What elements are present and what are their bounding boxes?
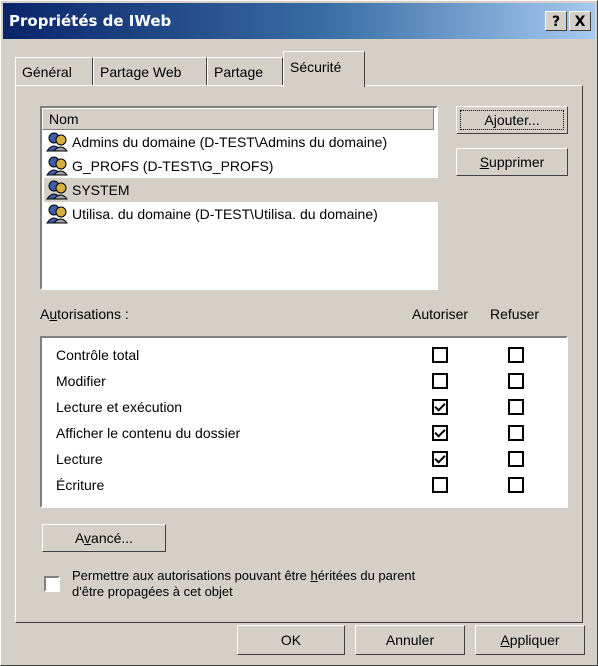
allow-checkbox[interactable] [432, 477, 448, 493]
user-label: SYSTEM [72, 182, 130, 198]
title-bar[interactable]: Propriétés de IWeb ? X [3, 3, 595, 39]
group-icon [46, 204, 68, 224]
deny-checkbox[interactable] [508, 373, 524, 389]
remove-button[interactable]: Supprimer [456, 148, 568, 176]
allow-checkbox[interactable] [432, 425, 448, 441]
user-row-g-profs[interactable]: G_PROFS (D-TEST\G_PROFS) [44, 154, 438, 178]
user-row-system[interactable]: SYSTEM [44, 178, 438, 202]
properties-dialog: Propriétés de IWeb ? X Général Partage W… [0, 0, 598, 666]
permission-label: Afficher le contenu du dossier [56, 425, 241, 441]
apply-button[interactable]: Appliquer [475, 625, 585, 655]
inherit-checkbox[interactable] [44, 576, 60, 592]
permission-row: Afficher le contenu du dossier [56, 420, 240, 446]
allow-checkbox[interactable] [432, 399, 448, 415]
deny-checkbox[interactable] [508, 399, 524, 415]
deny-checkbox[interactable] [508, 477, 524, 493]
deny-checkbox[interactable] [508, 425, 524, 441]
tab-web-sharing[interactable]: Partage Web [93, 57, 207, 85]
permission-label: Lecture et exécution [56, 399, 183, 415]
group-icon [46, 156, 68, 176]
permission-row: Modifier [56, 368, 106, 394]
permissions-list: Contrôle total Modifier Lecture et exécu… [40, 336, 568, 508]
column-header-name[interactable]: Nom [42, 108, 434, 130]
close-button[interactable]: X [569, 11, 591, 31]
allow-column-header: Autoriser [412, 306, 469, 322]
permission-label: Contrôle total [56, 347, 140, 363]
window-title: Propriétés de IWeb [9, 12, 172, 30]
deny-checkbox[interactable] [508, 347, 524, 363]
user-label: Utilisa. du domaine (D-TEST\Utilisa. du … [72, 206, 378, 222]
users-list[interactable]: Nom Admins du domaine (D-TEST\Admins du … [40, 106, 438, 290]
help-button[interactable]: ? [545, 11, 567, 31]
security-tab-panel: Nom Admins du domaine (D-TEST\Admins du … [15, 85, 583, 623]
allow-checkbox[interactable] [432, 347, 448, 363]
tab-general[interactable]: Général [15, 57, 93, 85]
permission-row: Lecture et exécution [56, 394, 182, 420]
permission-label: Modifier [56, 373, 106, 389]
advanced-button[interactable]: Avancé... [42, 524, 166, 552]
cancel-button[interactable]: Annuler [355, 625, 465, 655]
permission-label: Écriture [56, 477, 105, 493]
permission-row: Contrôle total [56, 342, 139, 368]
permissions-label: Autorisations : [40, 306, 129, 322]
permission-row: Lecture [56, 446, 103, 472]
group-icon [46, 132, 68, 152]
permission-label: Lecture [56, 451, 103, 467]
ok-button[interactable]: OK [237, 625, 345, 655]
user-label: G_PROFS (D-TEST\G_PROFS) [72, 158, 274, 174]
allow-checkbox[interactable] [432, 373, 448, 389]
user-row-admins[interactable]: Admins du domaine (D-TEST\Admins du doma… [44, 130, 438, 154]
user-label: Admins du domaine (D-TEST\Admins du doma… [72, 134, 388, 150]
deny-column-header: Refuser [490, 306, 540, 322]
deny-checkbox[interactable] [508, 451, 524, 467]
inherit-label: Permettre aux autorisations pouvant être… [72, 568, 416, 599]
user-row-domain-users[interactable]: Utilisa. du domaine (D-TEST\Utilisa. du … [44, 202, 438, 226]
allow-checkbox[interactable] [432, 451, 448, 467]
permission-row: Écriture [56, 472, 104, 498]
tab-sharing[interactable]: Partage [207, 57, 283, 85]
add-button[interactable]: Ajouter... [456, 106, 568, 134]
group-icon [46, 180, 68, 200]
tab-security[interactable]: Sécurité [283, 51, 365, 87]
